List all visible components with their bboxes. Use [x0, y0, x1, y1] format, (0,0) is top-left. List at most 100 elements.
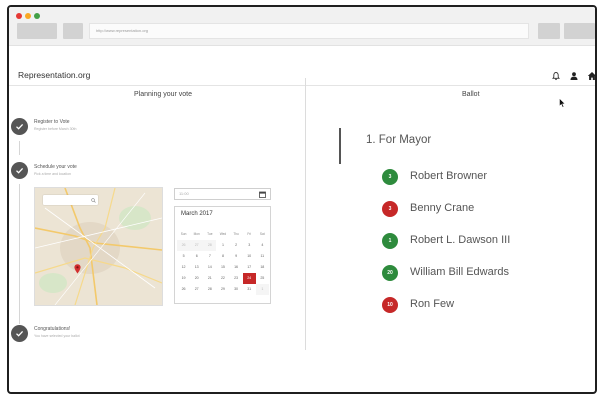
candidate-badge: 20	[382, 265, 398, 281]
planning-title: Planning your vote	[134, 91, 192, 98]
timeline-line	[19, 184, 20, 324]
calendar-week-row: 19 20 21 22 23 24 25	[177, 273, 269, 284]
bell-icon[interactable]	[551, 68, 561, 81]
time-input[interactable]: 11:00	[174, 188, 271, 200]
step-complete-dot	[11, 162, 28, 179]
back-button[interactable]	[17, 23, 57, 39]
weekday-label: Sat	[259, 232, 265, 236]
location-map[interactable]	[34, 187, 163, 306]
calendar-day[interactable]: 27	[190, 240, 204, 251]
calendar-day[interactable]: 22	[216, 273, 229, 284]
calendar-grid: Sun Mon Tue Wed Thu Fri Sat 26 27 28 1 2 3 4 5 6 7 8 9 10 11…	[177, 229, 269, 295]
calendar-day[interactable]: 12	[177, 262, 190, 273]
candidate-badge: 10	[382, 297, 398, 313]
time-value: 11:00	[179, 191, 189, 196]
calendar-day[interactable]: 20	[190, 273, 203, 284]
calendar-day[interactable]: 7	[203, 251, 216, 262]
close-window-dot[interactable]	[16, 13, 22, 19]
calendar-day[interactable]: 21	[203, 273, 216, 284]
calendar-day[interactable]: 19	[177, 273, 190, 284]
calendar-week-row: 26 27 28 1 2 3 4	[177, 240, 269, 251]
calendar-day[interactable]: 26	[177, 284, 190, 295]
ballot-section-title: 1. For Mayor	[366, 134, 432, 146]
app-header: Representation.org	[9, 45, 595, 86]
candidate-name: Robert Browner	[410, 170, 488, 182]
minimize-window-dot[interactable]	[25, 13, 31, 19]
step-subtitle: You have selected your ballot	[34, 334, 80, 338]
calendar-day[interactable]: 13	[190, 262, 203, 273]
map-search-input[interactable]	[43, 195, 98, 205]
step-title: Schedule your vote	[34, 164, 77, 170]
calendar-month: March 2017	[181, 211, 213, 217]
calendar-day[interactable]: 9	[230, 251, 243, 262]
check-icon	[16, 167, 24, 174]
date-picker[interactable]: March 2017 Sun Mon Tue Wed Thu Fri Sat 26 27 28 1 2…	[174, 206, 271, 304]
calendar-day[interactable]: 8	[216, 251, 229, 262]
calendar-day[interactable]: 25	[256, 273, 269, 284]
search-icon	[91, 197, 96, 203]
weekday-label: Wed	[219, 232, 227, 236]
ballot-title: Ballot	[462, 91, 480, 98]
browser-chrome: http://www.representation.org	[9, 7, 595, 46]
calendar-day-selected[interactable]: 24	[242, 273, 256, 284]
step-subtitle: Register before March 30th	[34, 127, 77, 131]
calendar-day[interactable]: 1	[255, 284, 269, 295]
toolbar-button[interactable]	[564, 23, 595, 39]
address-bar[interactable]: http://www.representation.org	[89, 23, 529, 39]
candidate-name: William Bill Edwards	[410, 266, 510, 278]
calendar-day[interactable]: 28	[203, 284, 216, 295]
step-title: Register to Vote	[34, 119, 70, 125]
weekday-label: Thu	[233, 232, 239, 236]
candidate-name: Ron Few	[410, 298, 455, 310]
candidate-name: Robert L. Dawson III	[410, 234, 511, 246]
calendar-day[interactable]: 4	[256, 240, 269, 251]
brand-title: Representation.org	[18, 70, 91, 80]
step-title: Congratulations!	[34, 326, 71, 332]
maximize-window-dot[interactable]	[34, 13, 40, 19]
map-pin-icon[interactable]	[74, 264, 81, 274]
candidate-badge: 3	[382, 201, 398, 217]
calendar-day[interactable]: 16	[230, 262, 243, 273]
candidate-name: Benny Crane	[410, 202, 475, 214]
calendar-icon	[259, 191, 266, 198]
calendar-day[interactable]: 30	[230, 284, 243, 295]
toolbar-button[interactable]	[538, 23, 560, 39]
user-icon[interactable]	[569, 68, 579, 80]
weekday-label: Tue	[207, 232, 213, 236]
candidate-badge: 3	[382, 169, 398, 185]
calendar-day[interactable]: 2	[230, 240, 243, 251]
map-roads	[35, 188, 162, 305]
weekday-label: Fri	[247, 232, 252, 236]
calendar-day[interactable]: 10	[243, 251, 256, 262]
calendar-day[interactable]: 23	[230, 273, 243, 284]
calendar-week-row: 5 6 7 8 9 10 11	[177, 251, 269, 262]
timeline-line	[19, 141, 20, 155]
calendar-day[interactable]: 26	[177, 240, 191, 251]
home-icon[interactable]	[587, 68, 595, 80]
calendar-day[interactable]: 28	[203, 240, 217, 251]
weekday-label: Sun	[180, 232, 187, 236]
check-icon	[16, 330, 24, 337]
calendar-day[interactable]: 27	[190, 284, 203, 295]
calendar-day[interactable]: 5	[177, 251, 190, 262]
calendar-day[interactable]: 3	[243, 240, 256, 251]
weekday-label: Mon	[193, 232, 200, 236]
calendar-day[interactable]: 14	[203, 262, 216, 273]
calendar-weekday-row: Sun Mon Tue Wed Thu Fri Sat	[177, 229, 269, 240]
forward-button[interactable]	[63, 23, 83, 39]
calendar-day[interactable]: 6	[190, 251, 203, 262]
step-complete-dot	[11, 118, 28, 135]
calendar-day[interactable]: 15	[216, 262, 229, 273]
calendar-day[interactable]: 18	[256, 262, 269, 273]
check-icon	[16, 123, 24, 130]
calendar-day[interactable]: 31	[243, 284, 256, 295]
calendar-week-row: 26 27 28 29 30 31 1	[177, 284, 269, 295]
calendar-day[interactable]: 1	[216, 240, 229, 251]
calendar-day[interactable]: 17	[243, 262, 256, 273]
step-complete-dot	[11, 325, 28, 342]
calendar-day[interactable]: 29	[216, 284, 229, 295]
calendar-day[interactable]: 11	[256, 251, 269, 262]
mouse-cursor-icon	[559, 98, 566, 108]
candidate-badge: 1	[382, 233, 398, 249]
step-subtitle: Pick a time and location	[34, 172, 71, 176]
